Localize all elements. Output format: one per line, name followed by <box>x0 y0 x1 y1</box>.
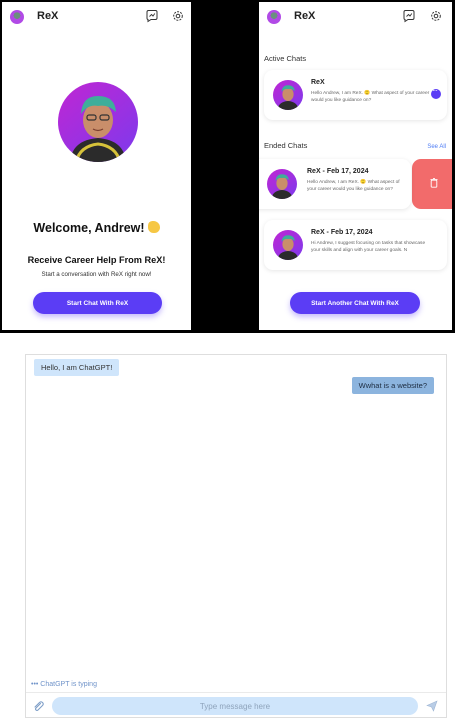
settings-gear-icon[interactable] <box>171 9 185 23</box>
rex-avatar <box>273 230 303 260</box>
rex-logo-icon[interactable] <box>10 10 24 24</box>
open-chat-icon[interactable] <box>431 86 441 99</box>
app-title: ReX <box>37 10 59 22</box>
new-chat-icon[interactable] <box>402 9 416 23</box>
bot-message: Hello, I am ChatGPT! <box>34 359 120 376</box>
paperclip-icon[interactable] <box>32 700 44 712</box>
trash-icon[interactable] <box>430 178 438 188</box>
rex-avatar <box>267 169 297 199</box>
page: ReX Welcome, Andrew! Receive Career Help… <box>0 0 455 718</box>
rex-avatar-large <box>58 82 138 162</box>
chat-title: ReX <box>311 79 325 86</box>
intro-text: Start a conversation with ReX right now! <box>41 271 152 278</box>
chat-title: ReX - Feb 17, 2024 <box>311 229 373 236</box>
active-chat-card[interactable]: ReX Hello Andrew, I am ReX. 🙂 What aspec… <box>264 70 447 120</box>
app-screens-composite: ReX Welcome, Andrew! Receive Career Help… <box>0 0 455 333</box>
settings-gear-icon[interactable] <box>429 9 443 23</box>
ended-chats-heading: Ended Chats <box>264 141 308 150</box>
start-another-chat-button[interactable]: Start Another Chat With ReX <box>290 292 420 314</box>
ended-chat-card[interactable]: ReX - Feb 17, 2024 Hello Andrew, I am Re… <box>259 159 411 209</box>
rex-avatar <box>273 80 303 110</box>
welcome-screen: ReX Welcome, Andrew! Receive Career Help… <box>2 2 191 330</box>
user-message: Wwhat is a website? <box>351 377 434 394</box>
subheading: Receive Career Help From ReX! <box>27 255 166 265</box>
new-chat-icon[interactable] <box>145 9 159 23</box>
app-header: ReX <box>2 2 191 32</box>
chat-preview: Hi Andrew, I suggest focusing on tasks t… <box>311 241 426 253</box>
ended-chat-card[interactable]: ReX - Feb 17, 2024 Hi Andrew, I suggest … <box>264 220 447 270</box>
welcome-text: Welcome, Andrew! <box>33 221 145 235</box>
start-chat-button[interactable]: Start Chat With ReX <box>33 292 162 314</box>
app-header: ReX <box>259 2 452 32</box>
active-chats-heading: Active Chats <box>264 54 307 63</box>
message-composer <box>26 692 446 718</box>
message-input[interactable] <box>52 697 418 715</box>
chat-title: ReX - Feb 17, 2024 <box>307 168 369 175</box>
typing-indicator: ••• ChatGPT is typing <box>31 681 97 688</box>
chat-preview: Hello Andrew, I am ReX. 🙂 What aspect of… <box>311 91 430 103</box>
welcome-heading: Welcome, Andrew! <box>2 221 191 235</box>
app-title: ReX <box>294 10 316 22</box>
chat-widget: Hello, I am ChatGPT! Wwhat is a website?… <box>25 354 447 718</box>
waving-hand-icon <box>147 221 160 233</box>
chat-preview: Hello Andrew, I am ReX. 🙂 What aspect of… <box>307 180 400 192</box>
see-all-link[interactable]: See All <box>427 144 446 150</box>
chats-screen: ReX Active Chats ReX Hello Andrew, I am … <box>259 2 452 330</box>
send-icon[interactable] <box>426 700 438 712</box>
rex-logo-icon[interactable] <box>267 10 281 24</box>
